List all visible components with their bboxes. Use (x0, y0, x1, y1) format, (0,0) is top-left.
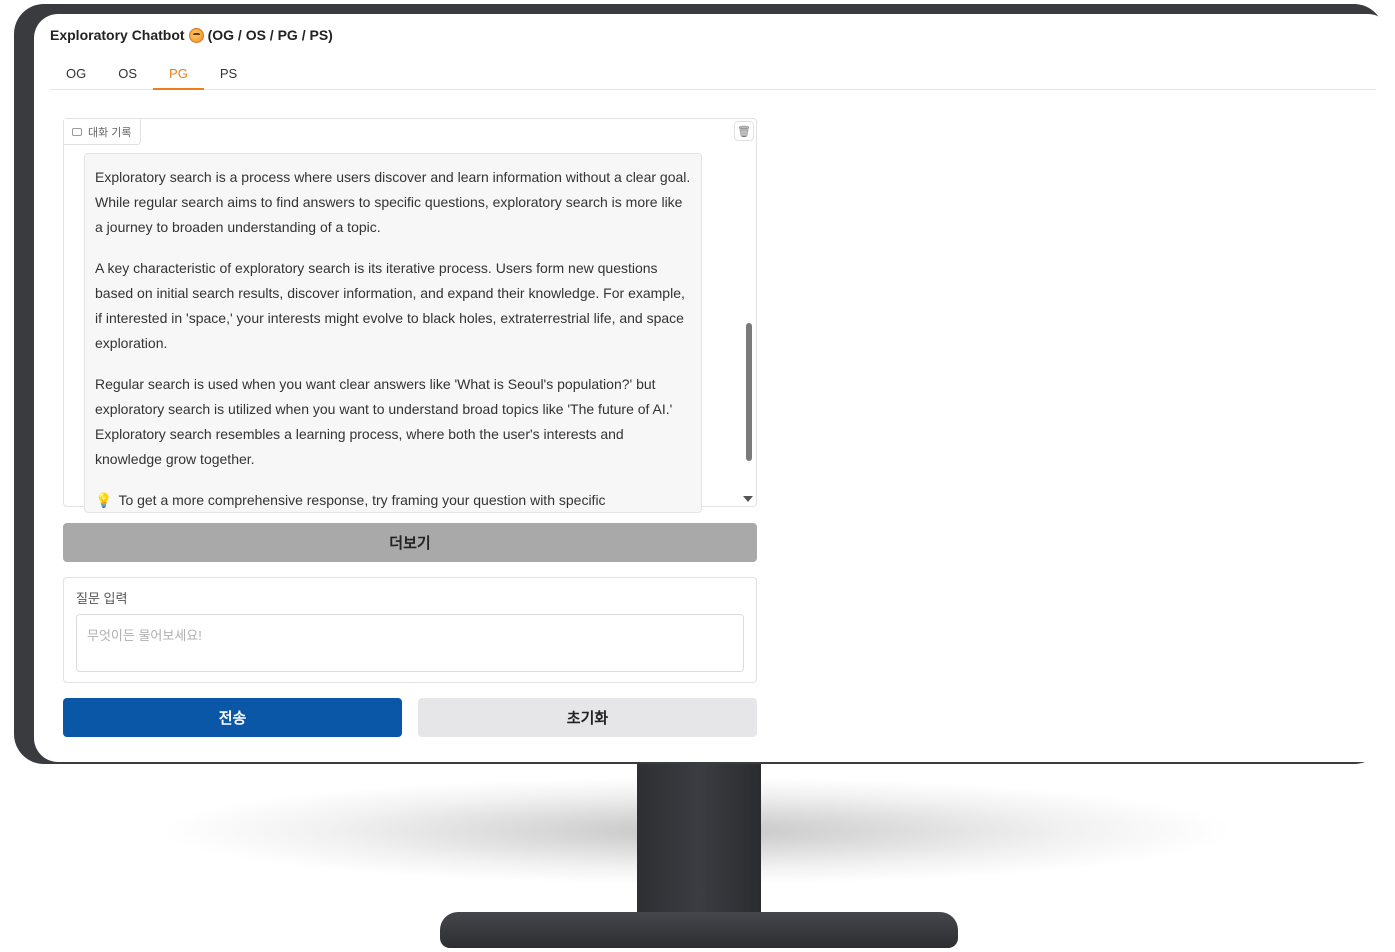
question-input-panel: 질문 입력 (63, 577, 757, 683)
monitor-stand-base (440, 912, 958, 948)
chat-icon (72, 127, 82, 136)
tab-ps[interactable]: PS (204, 60, 253, 89)
reset-button[interactable]: 초기화 (418, 698, 757, 737)
bot-message: Exploratory search is a process where us… (84, 153, 702, 513)
tab-os[interactable]: OS (102, 60, 153, 89)
chat-scrollbar[interactable] (746, 323, 752, 461)
message-paragraph-2: A key characteristic of exploratory sear… (95, 260, 685, 351)
monitor-frame: Exploratory Chatbot (OG / OS / PG / PS) … (14, 4, 1392, 764)
chat-history-label: 대화 기록 (64, 119, 141, 145)
send-button[interactable]: 전송 (63, 698, 402, 737)
more-button[interactable]: 더보기 (63, 523, 757, 562)
trash-icon[interactable]: 🗑 (734, 121, 754, 141)
message-hint-text: To get a more comprehensive response, tr… (118, 492, 606, 508)
message-paragraph-1: Exploratory search is a process where us… (95, 169, 691, 235)
bulb-icon: 💡 (95, 492, 113, 508)
question-input-label: 질문 입력 (76, 591, 128, 606)
monitor-stand-neck (637, 760, 761, 932)
app-title-text: Exploratory Chatbot (50, 27, 185, 43)
tab-pg[interactable]: PG (153, 60, 204, 90)
tab-og[interactable]: OG (50, 60, 102, 89)
app-screen: Exploratory Chatbot (OG / OS / PG / PS) … (34, 14, 1392, 762)
chat-history-panel[interactable]: 대화 기록 🗑 Exploratory search is a process … (63, 118, 757, 513)
message-paragraph-3: Regular search is used when you want cle… (95, 376, 673, 467)
app-title: Exploratory Chatbot (OG / OS / PG / PS) (50, 27, 333, 43)
app-title-suffix: (OG / OS / PG / PS) (207, 27, 333, 43)
scroll-down-icon[interactable] (743, 496, 753, 502)
message-hint: 💡 To get a more comprehensive response, … (95, 488, 691, 512)
question-input[interactable] (76, 614, 744, 672)
tab-bar: OG OS PG PS (50, 60, 1376, 90)
emoji-icon (188, 27, 204, 43)
chat-history-label-text: 대화 기록 (88, 126, 132, 139)
